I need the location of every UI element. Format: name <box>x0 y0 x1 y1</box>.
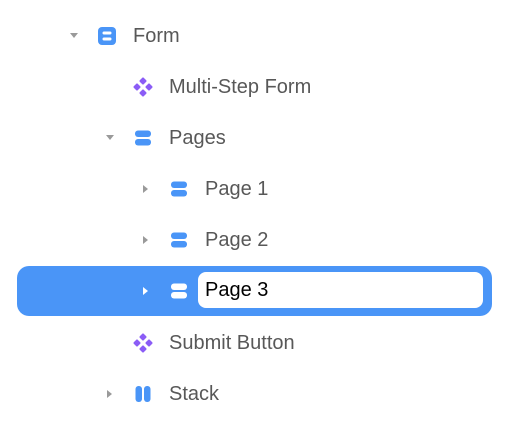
tree-row-page-3[interactable] <box>0 264 512 318</box>
tree-row-pages[interactable]: Pages <box>0 118 512 158</box>
tree-row-label: Page 1 <box>205 178 269 200</box>
rename-input[interactable] <box>205 272 475 308</box>
tree-row-page-1[interactable]: Page 1 <box>0 169 512 209</box>
tree-row-label: Stack <box>169 383 220 405</box>
tree-row-page-2[interactable]: Page 2 <box>0 220 512 260</box>
component-icon <box>133 333 153 353</box>
caret-right-icon[interactable] <box>143 236 148 244</box>
caret-right-icon[interactable] <box>143 287 148 295</box>
tree-row-submit-button[interactable]: Submit Button <box>0 323 512 363</box>
stack-icon <box>169 179 189 199</box>
caret-right-icon[interactable] <box>107 390 112 398</box>
tree-row-multi-step-form[interactable]: Multi-Step Form <box>0 67 512 107</box>
stack-icon <box>169 230 189 250</box>
stack-icon <box>169 281 189 301</box>
caret-right-icon[interactable] <box>143 185 148 193</box>
columns-icon <box>133 384 153 404</box>
component-icon <box>133 77 153 97</box>
rename-field[interactable] <box>198 272 483 308</box>
tree-row-form[interactable]: Form <box>0 16 512 56</box>
caret-down-icon[interactable] <box>106 135 114 140</box>
form-icon <box>97 26 117 46</box>
layer-tree: Form Multi-Step Form Pages Page 1 Page 2… <box>0 0 512 428</box>
tree-row-stack[interactable]: Stack <box>0 374 512 414</box>
tree-row-label: Pages <box>169 127 226 149</box>
stack-icon <box>133 128 153 148</box>
caret-down-icon[interactable] <box>70 33 78 38</box>
tree-row-label: Page 2 <box>205 229 269 251</box>
tree-row-label: Submit Button <box>169 332 295 354</box>
tree-row-label: Multi-Step Form <box>169 76 312 98</box>
tree-row-label: Form <box>133 25 180 47</box>
